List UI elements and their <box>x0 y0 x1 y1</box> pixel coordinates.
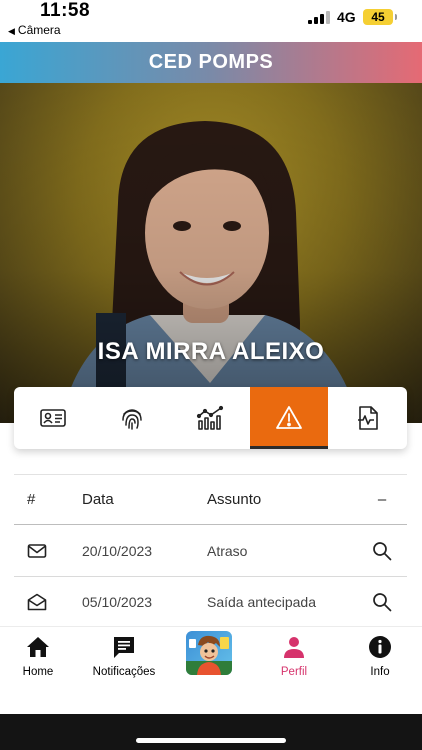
warning-icon <box>276 406 302 429</box>
status-bar: 11:58 ◀ Câmera 4G 45 <box>0 0 422 42</box>
row-subject: Atraso <box>207 542 248 559</box>
person-icon <box>284 637 304 658</box>
tab-occurrences[interactable] <box>249 387 329 449</box>
tab-student-id[interactable] <box>14 387 93 449</box>
view-details-button[interactable] <box>357 592 407 612</box>
nav-home-label: Home <box>22 666 54 678</box>
tab-health-records[interactable] <box>328 387 407 449</box>
nav-notifications-label: Notificações <box>92 666 156 678</box>
app-header: CED POMPS <box>0 42 422 83</box>
column-header-number: # <box>27 491 36 508</box>
tab-attendance[interactable] <box>93 387 172 449</box>
column-header-subject: Assunto <box>207 491 262 508</box>
envelope-open-icon <box>27 593 47 611</box>
app-title: CED POMPS <box>148 51 274 73</box>
home-indicator[interactable] <box>136 738 286 743</box>
info-icon <box>369 636 391 658</box>
hero-overlay <box>0 83 422 423</box>
network-type: 4G <box>337 9 356 25</box>
row-date: 05/10/2023 <box>82 594 153 610</box>
signal-strength-icon <box>308 11 330 24</box>
id-card-icon <box>40 409 67 427</box>
mascot-logo <box>186 635 232 675</box>
fingerprint-icon <box>122 409 142 430</box>
profile-hero: ISA MIRRA ALEIXO <box>0 83 422 423</box>
search-icon <box>373 593 392 612</box>
chat-bubble-icon <box>114 637 134 658</box>
nav-notifications[interactable]: Notificações <box>86 635 162 678</box>
table-row[interactable]: 20/10/2023 Atraso <box>14 525 407 576</box>
home-indicator-area <box>0 714 422 750</box>
nav-profile[interactable]: Perfil <box>270 635 318 678</box>
column-header-action: – <box>377 491 387 508</box>
student-name: ISA MIRRA ALEIXO <box>97 338 325 365</box>
status-time: 11:58 <box>40 0 91 21</box>
back-triangle-icon: ◀ <box>8 26 15 36</box>
nav-info[interactable]: Info <box>356 635 404 678</box>
search-icon <box>373 541 392 560</box>
nav-profile-label: Perfil <box>280 666 308 678</box>
app-mascot-button[interactable] <box>186 631 232 675</box>
profile-tabs <box>14 387 407 449</box>
envelope-closed-icon <box>27 543 47 558</box>
nav-home[interactable]: Home <box>14 635 62 678</box>
row-date: 20/10/2023 <box>82 542 153 559</box>
battery-icon: 45 <box>363 9 397 25</box>
view-details-button[interactable] <box>357 541 407 561</box>
table-row[interactable]: 05/10/2023 Saída antecipada <box>14 576 407 627</box>
nav-info-label: Info <box>370 666 390 678</box>
row-subject: Saída antecipada <box>207 594 316 610</box>
tab-grades[interactable] <box>171 387 250 449</box>
home-icon <box>27 637 49 657</box>
occurrences-table: # Data Assunto – 20/10/2023 Atraso 05/10… <box>14 474 407 627</box>
table-header-row: # Data Assunto – <box>14 474 407 525</box>
back-app-label: Câmera <box>17 23 61 37</box>
health-document-icon <box>357 406 378 430</box>
bottom-navigation: Home Notificações Perfil Info <box>0 626 422 714</box>
chart-icon <box>197 405 224 430</box>
back-to-camera-link[interactable]: ◀ Câmera <box>8 23 61 37</box>
column-header-date: Data <box>82 491 114 508</box>
